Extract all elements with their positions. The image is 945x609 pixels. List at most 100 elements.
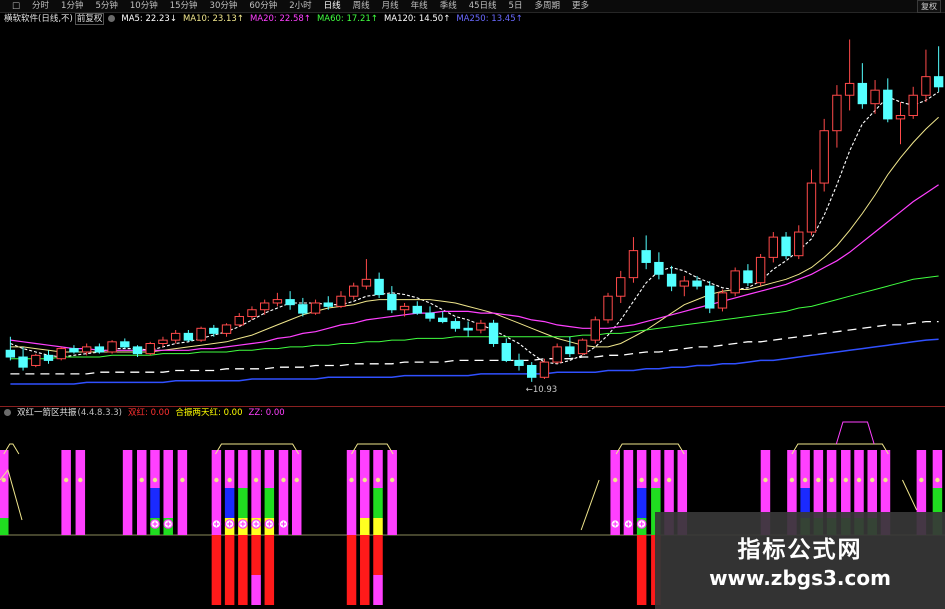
toolbar-button-0[interactable]: 复权 — [917, 0, 941, 13]
tab-period-13[interactable]: 季线 — [434, 0, 463, 12]
period-tabs: □ 分时 1分钟 5分钟 10分钟 15分钟 30分钟 60分钟 2小时 日线 周线 月线 年线 季线 45… — [6, 0, 595, 12]
indicator-bar-seg-blue — [224, 488, 235, 518]
indicator-bar-seg-magenta — [177, 518, 188, 535]
candle-body-up — [539, 361, 550, 378]
period-toolbar: □ 分时 1分钟 5分钟 10分钟 15分钟 30分钟 60分钟 2小时 日线 周线 月线 年线 季线 45… — [0, 0, 945, 13]
candle-body-up — [361, 278, 372, 287]
indicator-dot — [612, 477, 618, 483]
indicator-bar-seg-blue — [150, 488, 160, 518]
tab-period-16[interactable]: 多周期 — [528, 0, 566, 12]
indicator-bar-seg-magenta — [224, 450, 235, 488]
candle — [883, 78, 893, 123]
indicator-bar-seg-magenta — [75, 518, 86, 535]
tab-period-2[interactable]: 1分钟 — [55, 0, 89, 12]
indicator-dot — [214, 477, 219, 483]
tab-period-10[interactable]: 周线 — [347, 0, 376, 12]
candle — [666, 265, 677, 292]
indicator-bar — [75, 450, 86, 535]
candle-body-down — [514, 359, 524, 366]
indicator-bar — [238, 450, 248, 605]
indicator-dot — [253, 477, 259, 483]
indicator-bar-seg-green — [238, 488, 248, 518]
indicator-sub-bar-lower — [373, 575, 383, 605]
candle-body-down — [933, 76, 944, 88]
candle — [819, 118, 829, 192]
indicator-bar-seg-magenta — [760, 450, 771, 488]
signal-thin-mid — [580, 479, 600, 531]
indicator-bar-seg-magenta — [177, 488, 188, 518]
indicator-dot — [935, 477, 940, 483]
indicator-bar-seg-magenta — [623, 488, 634, 518]
candle-body-down — [298, 304, 308, 314]
indicator-dot — [375, 477, 381, 483]
indicator-bar-seg-magenta — [150, 450, 160, 488]
indicator-sub-bar — [211, 535, 222, 575]
candle — [43, 350, 54, 364]
ma-legend-item-2: MA20: 22.58↑ — [249, 14, 311, 24]
settings-dot-icon[interactable] — [108, 15, 116, 22]
tab-period-1[interactable]: 分时 — [26, 0, 55, 12]
ma-legend-item-4: MA120: 14.50↑ — [383, 14, 451, 24]
toolbar-right: 复权 — [917, 0, 941, 13]
tab-period-12[interactable]: 年线 — [405, 0, 434, 12]
tab-period-17[interactable]: 更多 — [566, 0, 595, 12]
tab-period-5[interactable]: 15分钟 — [164, 0, 204, 12]
indicator-bar-seg-magenta — [122, 488, 133, 518]
indicator-bar — [163, 450, 174, 535]
indicator-sub-bar-lower — [346, 575, 357, 605]
tab-period-9[interactable]: 日线 — [318, 0, 347, 12]
candle-body-up — [895, 115, 906, 120]
indicator-bar-seg-magenta — [177, 450, 188, 488]
indicator-bar-seg-magenta — [61, 518, 71, 535]
candle — [590, 316, 601, 344]
indicator-bar-seg-magenta — [75, 488, 86, 518]
candle — [933, 46, 944, 92]
indicator-bar — [0, 450, 9, 535]
candle-body-up — [145, 343, 155, 355]
indicator-bar-seg-magenta — [251, 450, 261, 488]
indicator-bar-seg-yellow — [373, 518, 383, 535]
candle — [31, 353, 41, 368]
adjust-mode[interactable]: 前复权 — [74, 13, 105, 25]
tab-period-8[interactable]: 2小时 — [283, 0, 317, 12]
candlestick-chart[interactable]: ←10.93 — [0, 26, 945, 406]
tab-period-11[interactable]: 月线 — [376, 0, 405, 12]
candle — [514, 353, 524, 371]
tab-period-0[interactable]: □ — [6, 0, 26, 12]
main-chart-legend: 横软软件(日线,不) 前复权 MA5: 22.23↓ MA10: 23.13↑ MA20… — [4, 13, 535, 25]
indicator-settings-dot-icon[interactable] — [4, 409, 11, 416]
candle-body-down — [692, 280, 702, 287]
indicator-bar-seg-blue — [636, 488, 647, 518]
candle-body-up — [908, 94, 918, 117]
indicator-bar-seg-magenta — [75, 450, 86, 488]
candle-body-down — [857, 82, 868, 105]
candle-body-up — [272, 299, 283, 304]
tab-period-7[interactable]: 60分钟 — [243, 0, 283, 12]
indicator-dot — [919, 477, 924, 483]
candle — [654, 252, 664, 280]
candle-body-up — [616, 277, 626, 297]
candle-body-up — [81, 346, 92, 353]
indicator-bar-seg-magenta — [346, 488, 357, 518]
candle-body-down — [488, 322, 499, 345]
tab-period-6[interactable]: 30分钟 — [204, 0, 244, 12]
indicator-bar — [387, 450, 397, 535]
tab-period-14[interactable]: 45日线 — [463, 0, 503, 12]
candle-body-up — [31, 354, 41, 366]
candle-body-down — [387, 294, 397, 311]
candle — [412, 301, 422, 315]
tab-period-3[interactable]: 5分钟 — [89, 0, 123, 12]
indicator-bar-seg-magenta — [0, 488, 9, 518]
candle — [705, 281, 715, 314]
candle-body-up — [768, 236, 779, 258]
signal-line — [351, 443, 394, 455]
candle-body-up — [603, 295, 613, 321]
tab-period-15[interactable]: 5日 — [503, 0, 529, 12]
tab-period-4[interactable]: 10分钟 — [124, 0, 164, 12]
candle-body-up — [56, 348, 66, 360]
ma-legend-item-3: MA60: 17.21↑ — [316, 14, 378, 24]
candle — [844, 39, 855, 111]
indicator-bar-seg-green — [264, 488, 275, 518]
candle-body-down — [666, 273, 677, 287]
candle — [374, 272, 384, 298]
